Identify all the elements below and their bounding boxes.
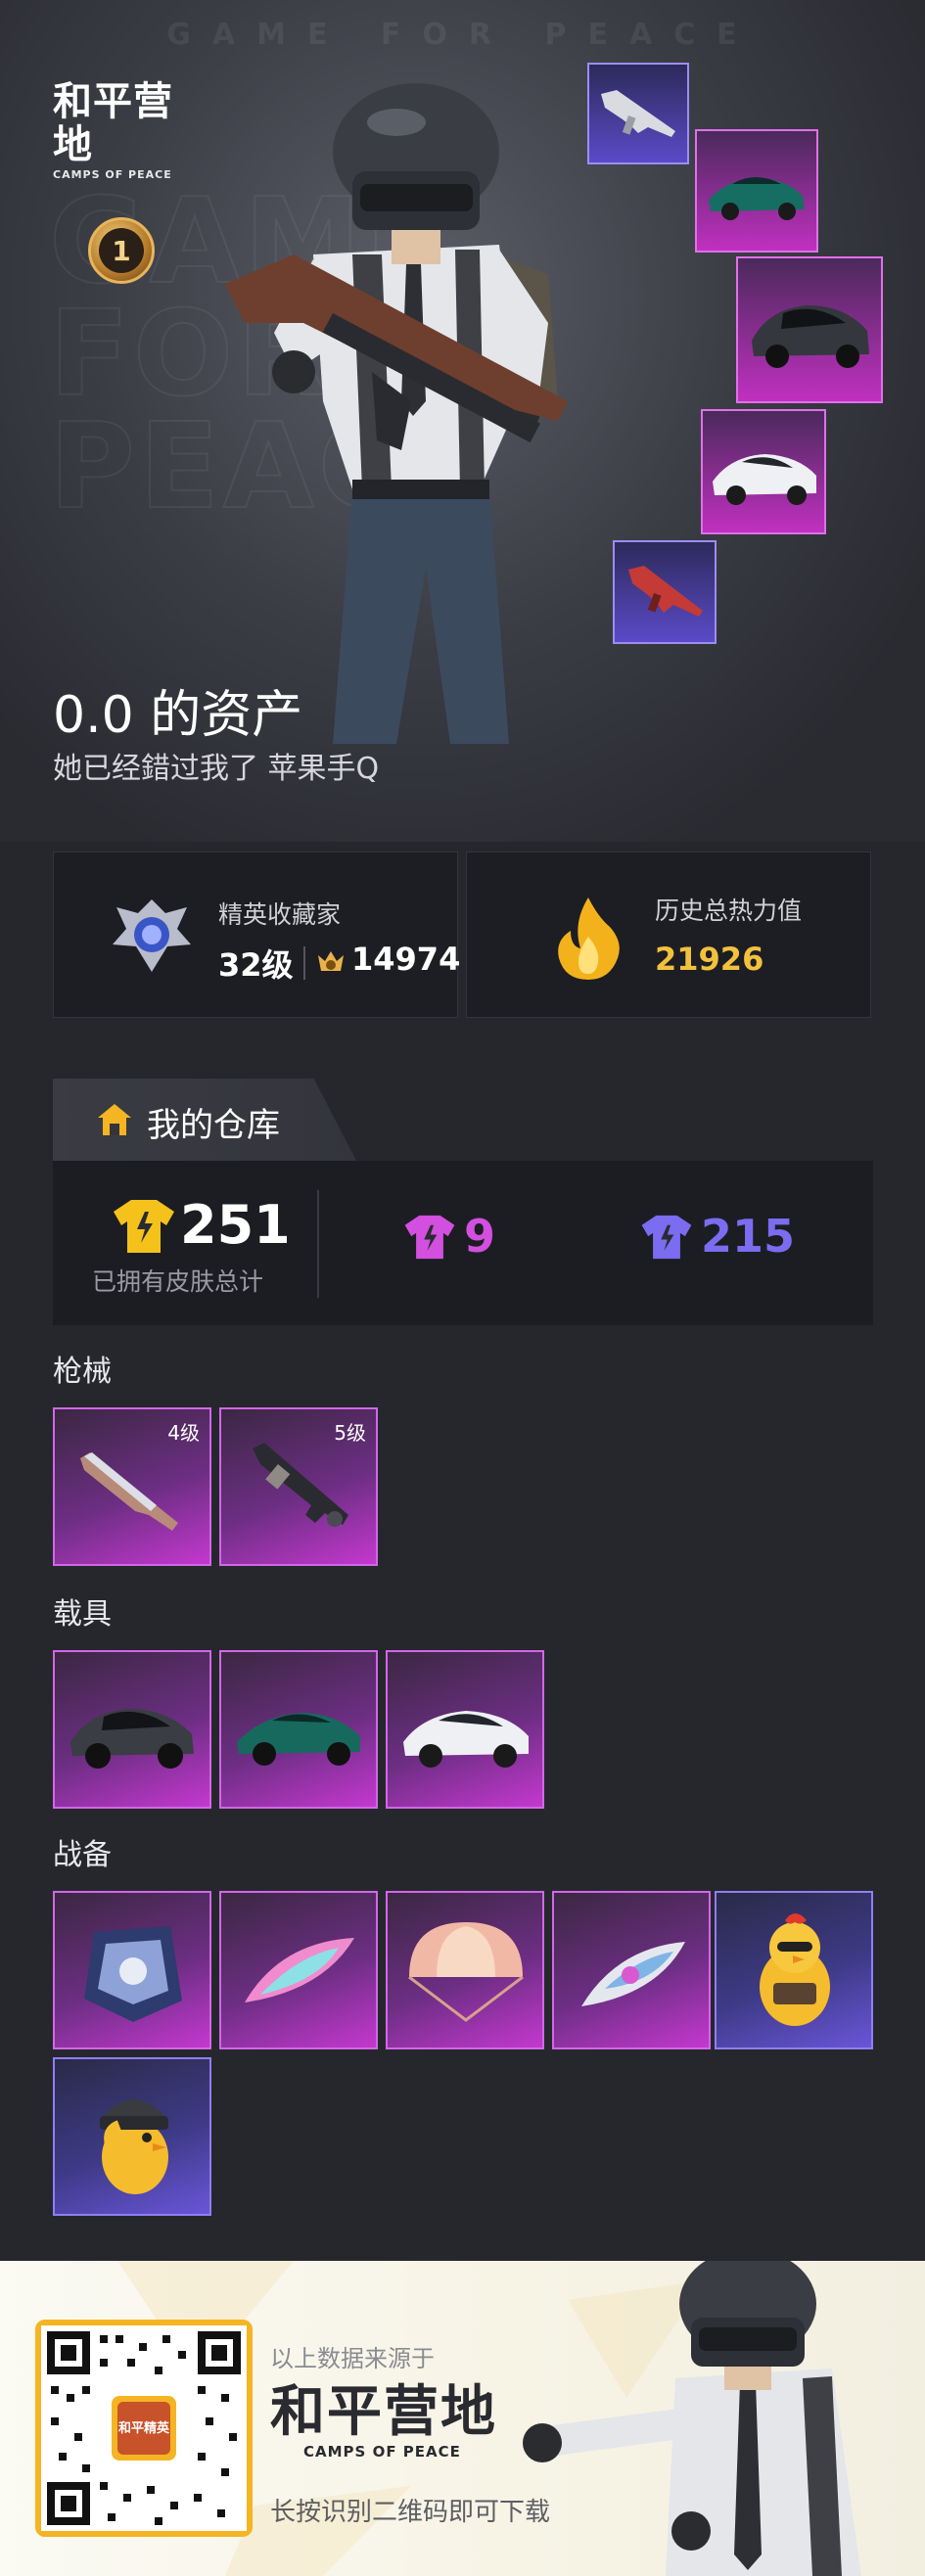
chicken-helmet-icon: [100, 2099, 168, 2194]
blue-skin-count: 215: [701, 1210, 796, 1263]
rifle-icon: [601, 90, 675, 137]
gear-item-card[interactable]: [715, 1891, 873, 2049]
flame-icon: [558, 897, 620, 980]
warehouse-title: 我的仓库: [147, 1106, 280, 1145]
featured-sports-car-card: [695, 129, 818, 253]
glider-icon: [245, 1938, 354, 2002]
gun-item-card[interactable]: 4级: [53, 1407, 211, 1566]
purple-shirt-icon: [404, 1215, 455, 1260]
heat-card[interactable]: 历史总热力值 21926: [466, 851, 871, 1018]
rank-number: 1: [99, 228, 144, 273]
glider-icon: [581, 1942, 685, 2006]
total-skins-label: 已拥有皮肤总计: [92, 1267, 264, 1296]
suv-icon: [752, 305, 869, 368]
collector-card[interactable]: 精英收藏家 32级 14974: [53, 851, 461, 1018]
hero-background-text: GAME FOR PEACE: [166, 18, 759, 52]
heat-label: 历史总热力值: [655, 897, 803, 925]
featured-suv-card: [736, 256, 883, 403]
gun-level: 5级: [334, 1421, 366, 1445]
gun-item-card[interactable]: 5级: [219, 1407, 378, 1566]
featured-red-rifle-card: [613, 540, 717, 644]
warehouse-tab[interactable]: 我的仓库: [53, 1079, 356, 1161]
soldier-illustration: [225, 83, 568, 744]
data-source-label: 以上数据来源于: [270, 2345, 435, 2372]
blue-shirt-icon: [641, 1215, 692, 1260]
gun-level: 4级: [167, 1421, 200, 1445]
collector-badge-icon: [113, 899, 191, 972]
crown-coin-icon: [318, 951, 344, 971]
backpack-icon: [84, 1926, 182, 2022]
collector-label: 精英收藏家: [218, 900, 342, 929]
vehicle-item-card[interactable]: [386, 1650, 544, 1809]
player-subtitle: 她已经錯过我了 苹果手Q: [53, 752, 380, 786]
total-skins-value: 251: [180, 1194, 291, 1256]
gear-item-card[interactable]: [53, 1891, 211, 2049]
qr-center-label: 和平精英: [117, 2421, 169, 2436]
download-qr-code[interactable]: 和平精英: [35, 2320, 253, 2537]
gold-shirt-icon: [114, 1200, 174, 1253]
guns-section-title: 枪械: [53, 1355, 112, 1389]
parachute-icon: [408, 1922, 524, 2022]
vehicle-item-card[interactable]: [219, 1650, 378, 1809]
sedan-icon: [403, 1711, 529, 1768]
chicken-icon: [760, 1913, 830, 2026]
rifle-icon: [628, 566, 703, 617]
hero-banner: GAME FOR PEACE GAME FOR PEACE 和平营地 CAMPS O…: [0, 0, 925, 842]
rank-medal-icon: 1: [88, 217, 155, 284]
sedan-icon: [713, 454, 816, 505]
gear-section-title: 战备: [53, 1838, 112, 1872]
gear-item-card[interactable]: [386, 1891, 544, 2049]
download-footer: 和平精英 以上数据来源于 和平营地 CAMPS OF PEACE 长按识别二维码…: [0, 2261, 925, 2576]
gear-item-card[interactable]: [552, 1891, 711, 2049]
gear-item-card[interactable]: [219, 1891, 378, 2049]
vehicle-item-card[interactable]: [53, 1650, 211, 1809]
sports-car-icon: [709, 177, 805, 220]
heat-value: 21926: [655, 941, 764, 978]
footer-brand-logo: 和平营地: [270, 2380, 497, 2444]
skin-summary-panel: 251 已拥有皮肤总计 9 215: [53, 1161, 873, 1325]
home-icon: [98, 1104, 131, 1135]
featured-sedan-card: [701, 409, 826, 534]
collector-divider: [303, 946, 305, 980]
vehicles-section-title: 载具: [53, 1597, 112, 1632]
suv-icon: [70, 1709, 194, 1769]
purple-skin-count: 9: [464, 1210, 496, 1263]
collector-level: 32级: [218, 946, 294, 984]
page-title: 0.0 的资产: [53, 686, 303, 745]
sports-car-icon: [237, 1713, 360, 1766]
footer-brand-sub: CAMPS OF PEACE: [303, 2443, 461, 2461]
summary-divider: [317, 1190, 319, 1298]
soldier-pointing-illustration: [523, 2261, 861, 2576]
featured-rifle-card: [587, 63, 689, 164]
gear-item-card[interactable]: [53, 2057, 211, 2216]
collector-points: 14974: [351, 941, 461, 978]
